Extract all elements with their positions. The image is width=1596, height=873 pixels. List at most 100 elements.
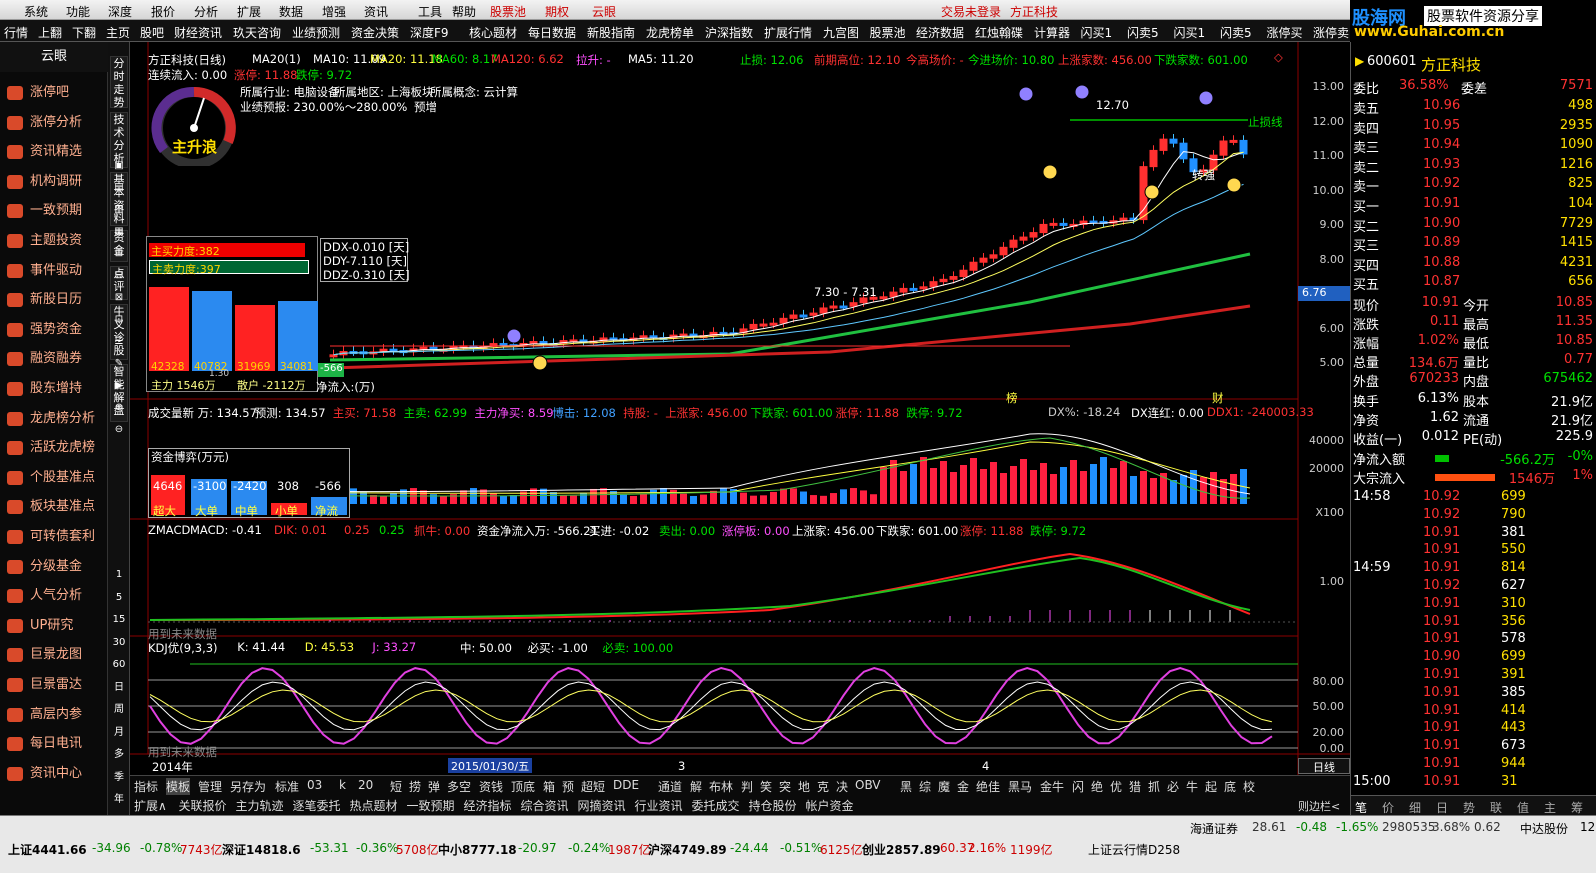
toolbar-item-9[interactable]: 深度F9 <box>410 24 449 41</box>
index-item-4[interactable]: 深证14818.6 <box>222 841 301 858</box>
nav-item-16[interactable]: 分级基金 <box>0 553 108 581</box>
trade-login-status[interactable]: 交易未登录 <box>941 3 1001 20</box>
period-4[interactable]: 60 <box>111 657 127 673</box>
toolbar-item-26[interactable]: 涨停卖 <box>1313 24 1349 41</box>
nav-item-17[interactable]: 人气分析 <box>0 582 108 610</box>
nav-item-4[interactable]: 一致预期 <box>0 197 108 225</box>
indicator-tab-2[interactable]: 管理 <box>198 778 222 795</box>
indicator-tab-22[interactable]: 笑 <box>760 778 772 795</box>
indicator-tab-16[interactable]: 超短 <box>581 778 605 795</box>
ext-tab-0[interactable]: 扩展∧ <box>134 797 167 814</box>
toolbar-item-14[interactable]: 沪深指数 <box>705 24 753 41</box>
nav-item-9[interactable]: 融资融券 <box>0 345 108 373</box>
broker-name[interactable]: 海通证券 <box>1190 820 1238 837</box>
quote-tab-5[interactable]: 联 <box>1490 799 1502 816</box>
date-cursor[interactable]: 2015/01/30/五 <box>448 758 533 773</box>
indicator-tab-9[interactable]: 捞 <box>409 778 421 795</box>
ext-tab-10[interactable]: 委托成交 <box>692 797 740 814</box>
tool-icon-7[interactable]: ⊡ <box>111 312 127 328</box>
indicator-tab-41[interactable]: 牛 <box>1186 778 1198 795</box>
toolbar-item-22[interactable]: 闪卖5 <box>1127 24 1159 41</box>
toolbar-item-21[interactable]: 闪买1 <box>1081 24 1113 41</box>
indicator-tab-8[interactable]: 短 <box>390 778 402 795</box>
menu-help[interactable]: 帮助 <box>452 3 476 20</box>
cloud-quote-status[interactable]: 上证云行情D258 <box>1088 841 1180 858</box>
indicator-tab-4[interactable]: 标准 <box>275 778 299 795</box>
ext-tab-5[interactable]: 一致预期 <box>407 797 455 814</box>
nav-item-1[interactable]: 涨停分析 <box>0 109 108 137</box>
indicator-tab-5[interactable]: 03 <box>307 778 322 792</box>
indicator-tab-42[interactable]: 起 <box>1205 778 1217 795</box>
indicator-tab-7[interactable]: 20 <box>358 778 373 792</box>
nav-item-21[interactable]: 高层内参 <box>0 701 108 729</box>
indicator-tab-0[interactable]: 指标 <box>134 778 158 795</box>
vtab-0[interactable]: 分时走势 <box>110 56 128 109</box>
toolbar-item-2[interactable]: 下翻 <box>72 24 96 41</box>
indicator-tab-36[interactable]: 绝 <box>1091 778 1103 795</box>
indicator-tab-34[interactable]: 金牛 <box>1040 778 1064 795</box>
ext-tab-12[interactable]: 帐户资金 <box>806 797 854 814</box>
menu-data[interactable]: 数据 <box>279 3 303 20</box>
indicator-tab-31[interactable]: 金 <box>957 778 969 795</box>
menu-depth[interactable]: 深度 <box>108 3 132 20</box>
nav-item-18[interactable]: UP研究 <box>0 612 108 640</box>
indicator-tab-43[interactable]: 底 <box>1224 778 1236 795</box>
toolbar-item-10[interactable]: 核心题材 <box>469 24 517 41</box>
expand-icon[interactable]: ◇ <box>1274 50 1283 64</box>
menu-extend[interactable]: 扩展 <box>237 3 261 20</box>
ext-tab-7[interactable]: 综合资讯 <box>521 797 569 814</box>
indicator-tab-29[interactable]: 综 <box>919 778 931 795</box>
indicator-tab-40[interactable]: 必 <box>1167 778 1179 795</box>
nav-item-5[interactable]: 主题投资 <box>0 227 108 255</box>
toolbar-item-23[interactable]: 闪买1 <box>1174 24 1206 41</box>
nav-item-12[interactable]: 活跃龙虎榜 <box>0 434 108 462</box>
ext-tab-6[interactable]: 经济指标 <box>464 797 512 814</box>
indicator-tab-24[interactable]: 地 <box>798 778 810 795</box>
menu-enhance[interactable]: 增强 <box>322 3 346 20</box>
indicator-tab-3[interactable]: 另存为 <box>230 778 266 795</box>
indicator-tab-11[interactable]: 多空 <box>447 778 471 795</box>
nav-item-6[interactable]: 事件驱动 <box>0 257 108 285</box>
quote-tab-1[interactable]: 价 <box>1382 799 1394 816</box>
indicator-tab-19[interactable]: 解 <box>690 778 702 795</box>
toolbar-item-25[interactable]: 涨停买 <box>1267 24 1303 41</box>
toolbar-item-15[interactable]: 扩展行情 <box>764 24 812 41</box>
nav-item-3[interactable]: 机构调研 <box>0 168 108 196</box>
toolbar-item-19[interactable]: 红烛翰碟 <box>975 24 1023 41</box>
tool-icon-4[interactable]: ⊞ <box>111 246 127 262</box>
toolbar-item-12[interactable]: 新股指南 <box>587 24 635 41</box>
tool-icon-8[interactable]: ☰ <box>111 334 127 350</box>
menu-function[interactable]: 功能 <box>66 3 90 20</box>
quote-tab-2[interactable]: 细 <box>1409 799 1421 816</box>
menu-news[interactable]: 资讯 <box>364 3 388 20</box>
period-9[interactable]: 季 <box>111 770 127 786</box>
nav-item-15[interactable]: 可转债套利 <box>0 523 108 551</box>
indicator-tab-14[interactable]: 箱 <box>543 778 555 795</box>
period-8[interactable]: 多 <box>111 747 127 763</box>
indicator-tab-13[interactable]: 顶底 <box>511 778 535 795</box>
tool-icon-6[interactable]: ⊠ <box>111 290 127 306</box>
indicator-tab-28[interactable]: 黑 <box>900 778 912 795</box>
indicator-tab-20[interactable]: 布林 <box>709 778 733 795</box>
quote-tab-8[interactable]: 筹 <box>1571 799 1583 816</box>
toolbar-item-3[interactable]: 主页 <box>106 24 130 41</box>
tool-icon-11[interactable]: ⊕ <box>111 400 127 416</box>
toolbar-item-1[interactable]: 上翻 <box>38 24 62 41</box>
side-panel-toggle[interactable]: 则边栏< <box>1298 798 1340 814</box>
period-0[interactable]: 1 <box>111 567 127 583</box>
toolbar-item-16[interactable]: 九宫图 <box>823 24 859 41</box>
period-3[interactable]: 30 <box>111 635 127 651</box>
menu-stockpool[interactable]: 股票池 <box>490 3 526 20</box>
ext-tab-9[interactable]: 行业资讯 <box>635 797 683 814</box>
toolbar-item-17[interactable]: 股票池 <box>870 24 906 41</box>
nav-item-19[interactable]: 巨景龙图 <box>0 641 108 669</box>
menu-quote[interactable]: 报价 <box>151 3 175 20</box>
tool-icon-9[interactable]: ✎ <box>111 356 127 372</box>
tool-icon-2[interactable]: ▥ <box>111 202 127 218</box>
index-item-12[interactable]: 沪深4749.89 <box>648 841 727 858</box>
nav-item-8[interactable]: 强势资金 <box>0 316 108 344</box>
ext-tab-3[interactable]: 逐笔委托 <box>293 797 341 814</box>
indicator-tab-6[interactable]: k <box>339 778 346 792</box>
quote-tab-4[interactable]: 势 <box>1463 799 1475 816</box>
toolbar-item-18[interactable]: 经济数据 <box>916 24 964 41</box>
